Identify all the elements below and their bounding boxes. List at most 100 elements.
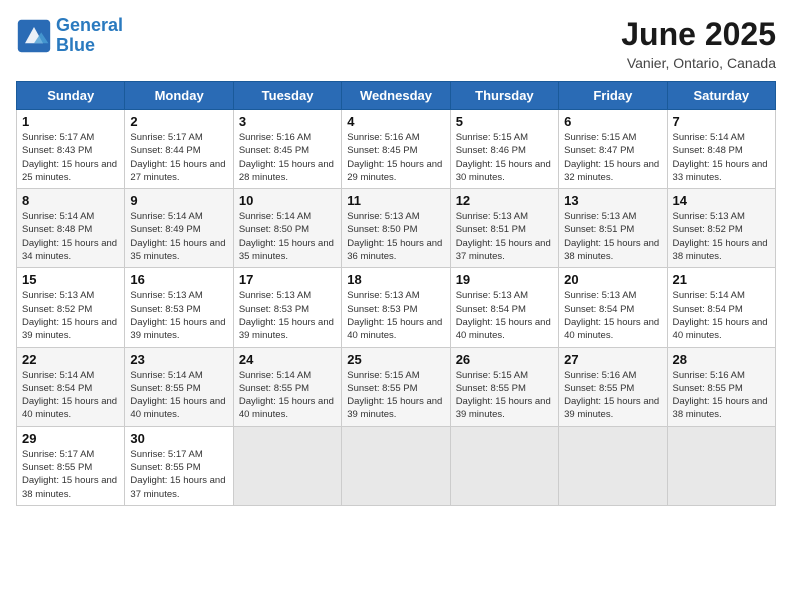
calendar-cell: 14 Sunrise: 5:13 AM Sunset: 8:52 PM Dayl…: [667, 189, 775, 268]
day-info: Sunrise: 5:13 AM Sunset: 8:53 PM Dayligh…: [239, 289, 336, 342]
calendar-cell: 24 Sunrise: 5:14 AM Sunset: 8:55 PM Dayl…: [233, 347, 341, 426]
title-area: June 2025 Vanier, Ontario, Canada: [621, 16, 776, 71]
calendar-cell: 28 Sunrise: 5:16 AM Sunset: 8:55 PM Dayl…: [667, 347, 775, 426]
day-number: 5: [456, 114, 553, 129]
day-info: Sunrise: 5:13 AM Sunset: 8:52 PM Dayligh…: [22, 289, 119, 342]
calendar-cell: 9 Sunrise: 5:14 AM Sunset: 8:49 PM Dayli…: [125, 189, 233, 268]
day-info: Sunrise: 5:14 AM Sunset: 8:54 PM Dayligh…: [673, 289, 770, 342]
day-number: 11: [347, 193, 444, 208]
calendar-cell: 6 Sunrise: 5:15 AM Sunset: 8:47 PM Dayli…: [559, 110, 667, 189]
calendar-week-1: 1 Sunrise: 5:17 AM Sunset: 8:43 PM Dayli…: [17, 110, 776, 189]
day-info: Sunrise: 5:17 AM Sunset: 8:55 PM Dayligh…: [130, 448, 227, 501]
calendar-cell: 25 Sunrise: 5:15 AM Sunset: 8:55 PM Dayl…: [342, 347, 450, 426]
day-number: 23: [130, 352, 227, 367]
calendar-week-3: 15 Sunrise: 5:13 AM Sunset: 8:52 PM Dayl…: [17, 268, 776, 347]
calendar-cell: 16 Sunrise: 5:13 AM Sunset: 8:53 PM Dayl…: [125, 268, 233, 347]
day-number: 3: [239, 114, 336, 129]
calendar-cell: 21 Sunrise: 5:14 AM Sunset: 8:54 PM Dayl…: [667, 268, 775, 347]
calendar-cell: 3 Sunrise: 5:16 AM Sunset: 8:45 PM Dayli…: [233, 110, 341, 189]
day-info: Sunrise: 5:15 AM Sunset: 8:55 PM Dayligh…: [456, 369, 553, 422]
calendar-title: June 2025: [621, 16, 776, 53]
day-info: Sunrise: 5:14 AM Sunset: 8:55 PM Dayligh…: [239, 369, 336, 422]
day-info: Sunrise: 5:13 AM Sunset: 8:53 PM Dayligh…: [130, 289, 227, 342]
header-col-sunday: Sunday: [17, 82, 125, 110]
calendar-cell: 20 Sunrise: 5:13 AM Sunset: 8:54 PM Dayl…: [559, 268, 667, 347]
calendar-cell: 2 Sunrise: 5:17 AM Sunset: 8:44 PM Dayli…: [125, 110, 233, 189]
calendar-cell: 22 Sunrise: 5:14 AM Sunset: 8:54 PM Dayl…: [17, 347, 125, 426]
calendar-header-row: SundayMondayTuesdayWednesdayThursdayFrid…: [17, 82, 776, 110]
day-number: 15: [22, 272, 119, 287]
day-info: Sunrise: 5:15 AM Sunset: 8:47 PM Dayligh…: [564, 131, 661, 184]
day-number: 26: [456, 352, 553, 367]
day-number: 25: [347, 352, 444, 367]
day-info: Sunrise: 5:16 AM Sunset: 8:45 PM Dayligh…: [239, 131, 336, 184]
day-info: Sunrise: 5:16 AM Sunset: 8:55 PM Dayligh…: [564, 369, 661, 422]
calendar-cell: 23 Sunrise: 5:14 AM Sunset: 8:55 PM Dayl…: [125, 347, 233, 426]
day-info: Sunrise: 5:14 AM Sunset: 8:48 PM Dayligh…: [673, 131, 770, 184]
day-info: Sunrise: 5:14 AM Sunset: 8:50 PM Dayligh…: [239, 210, 336, 263]
day-number: 8: [22, 193, 119, 208]
calendar-cell: [233, 426, 341, 505]
day-info: Sunrise: 5:14 AM Sunset: 8:54 PM Dayligh…: [22, 369, 119, 422]
day-number: 4: [347, 114, 444, 129]
header-col-saturday: Saturday: [667, 82, 775, 110]
day-info: Sunrise: 5:13 AM Sunset: 8:50 PM Dayligh…: [347, 210, 444, 263]
day-number: 1: [22, 114, 119, 129]
header-col-tuesday: Tuesday: [233, 82, 341, 110]
calendar-cell: 1 Sunrise: 5:17 AM Sunset: 8:43 PM Dayli…: [17, 110, 125, 189]
day-info: Sunrise: 5:16 AM Sunset: 8:45 PM Dayligh…: [347, 131, 444, 184]
day-number: 14: [673, 193, 770, 208]
calendar-cell: 15 Sunrise: 5:13 AM Sunset: 8:52 PM Dayl…: [17, 268, 125, 347]
day-number: 13: [564, 193, 661, 208]
day-number: 2: [130, 114, 227, 129]
day-number: 18: [347, 272, 444, 287]
day-info: Sunrise: 5:17 AM Sunset: 8:43 PM Dayligh…: [22, 131, 119, 184]
calendar-cell: [667, 426, 775, 505]
calendar-cell: 29 Sunrise: 5:17 AM Sunset: 8:55 PM Dayl…: [17, 426, 125, 505]
day-number: 19: [456, 272, 553, 287]
day-number: 17: [239, 272, 336, 287]
header-col-friday: Friday: [559, 82, 667, 110]
calendar-cell: 26 Sunrise: 5:15 AM Sunset: 8:55 PM Dayl…: [450, 347, 558, 426]
day-info: Sunrise: 5:13 AM Sunset: 8:51 PM Dayligh…: [564, 210, 661, 263]
logo-icon: [16, 18, 52, 54]
day-number: 7: [673, 114, 770, 129]
day-info: Sunrise: 5:13 AM Sunset: 8:54 PM Dayligh…: [564, 289, 661, 342]
day-number: 16: [130, 272, 227, 287]
day-info: Sunrise: 5:15 AM Sunset: 8:46 PM Dayligh…: [456, 131, 553, 184]
calendar-cell: 4 Sunrise: 5:16 AM Sunset: 8:45 PM Dayli…: [342, 110, 450, 189]
day-number: 12: [456, 193, 553, 208]
day-number: 20: [564, 272, 661, 287]
day-number: 10: [239, 193, 336, 208]
logo: General Blue: [16, 16, 123, 56]
calendar-cell: 12 Sunrise: 5:13 AM Sunset: 8:51 PM Dayl…: [450, 189, 558, 268]
calendar-cell: [450, 426, 558, 505]
day-info: Sunrise: 5:17 AM Sunset: 8:55 PM Dayligh…: [22, 448, 119, 501]
header-col-thursday: Thursday: [450, 82, 558, 110]
day-number: 21: [673, 272, 770, 287]
calendar-cell: 19 Sunrise: 5:13 AM Sunset: 8:54 PM Dayl…: [450, 268, 558, 347]
day-info: Sunrise: 5:17 AM Sunset: 8:44 PM Dayligh…: [130, 131, 227, 184]
calendar-cell: 17 Sunrise: 5:13 AM Sunset: 8:53 PM Dayl…: [233, 268, 341, 347]
calendar-cell: 18 Sunrise: 5:13 AM Sunset: 8:53 PM Dayl…: [342, 268, 450, 347]
logo-text: General Blue: [56, 16, 123, 56]
day-info: Sunrise: 5:16 AM Sunset: 8:55 PM Dayligh…: [673, 369, 770, 422]
calendar-week-2: 8 Sunrise: 5:14 AM Sunset: 8:48 PM Dayli…: [17, 189, 776, 268]
day-number: 28: [673, 352, 770, 367]
day-number: 30: [130, 431, 227, 446]
calendar-cell: 10 Sunrise: 5:14 AM Sunset: 8:50 PM Dayl…: [233, 189, 341, 268]
day-info: Sunrise: 5:13 AM Sunset: 8:54 PM Dayligh…: [456, 289, 553, 342]
calendar-subtitle: Vanier, Ontario, Canada: [621, 55, 776, 71]
day-info: Sunrise: 5:14 AM Sunset: 8:55 PM Dayligh…: [130, 369, 227, 422]
header-col-wednesday: Wednesday: [342, 82, 450, 110]
calendar-week-5: 29 Sunrise: 5:17 AM Sunset: 8:55 PM Dayl…: [17, 426, 776, 505]
day-number: 9: [130, 193, 227, 208]
calendar-cell: 30 Sunrise: 5:17 AM Sunset: 8:55 PM Dayl…: [125, 426, 233, 505]
calendar-cell: 11 Sunrise: 5:13 AM Sunset: 8:50 PM Dayl…: [342, 189, 450, 268]
day-number: 27: [564, 352, 661, 367]
calendar-cell: 7 Sunrise: 5:14 AM Sunset: 8:48 PM Dayli…: [667, 110, 775, 189]
calendar-cell: 5 Sunrise: 5:15 AM Sunset: 8:46 PM Dayli…: [450, 110, 558, 189]
day-info: Sunrise: 5:13 AM Sunset: 8:53 PM Dayligh…: [347, 289, 444, 342]
day-number: 22: [22, 352, 119, 367]
day-info: Sunrise: 5:15 AM Sunset: 8:55 PM Dayligh…: [347, 369, 444, 422]
